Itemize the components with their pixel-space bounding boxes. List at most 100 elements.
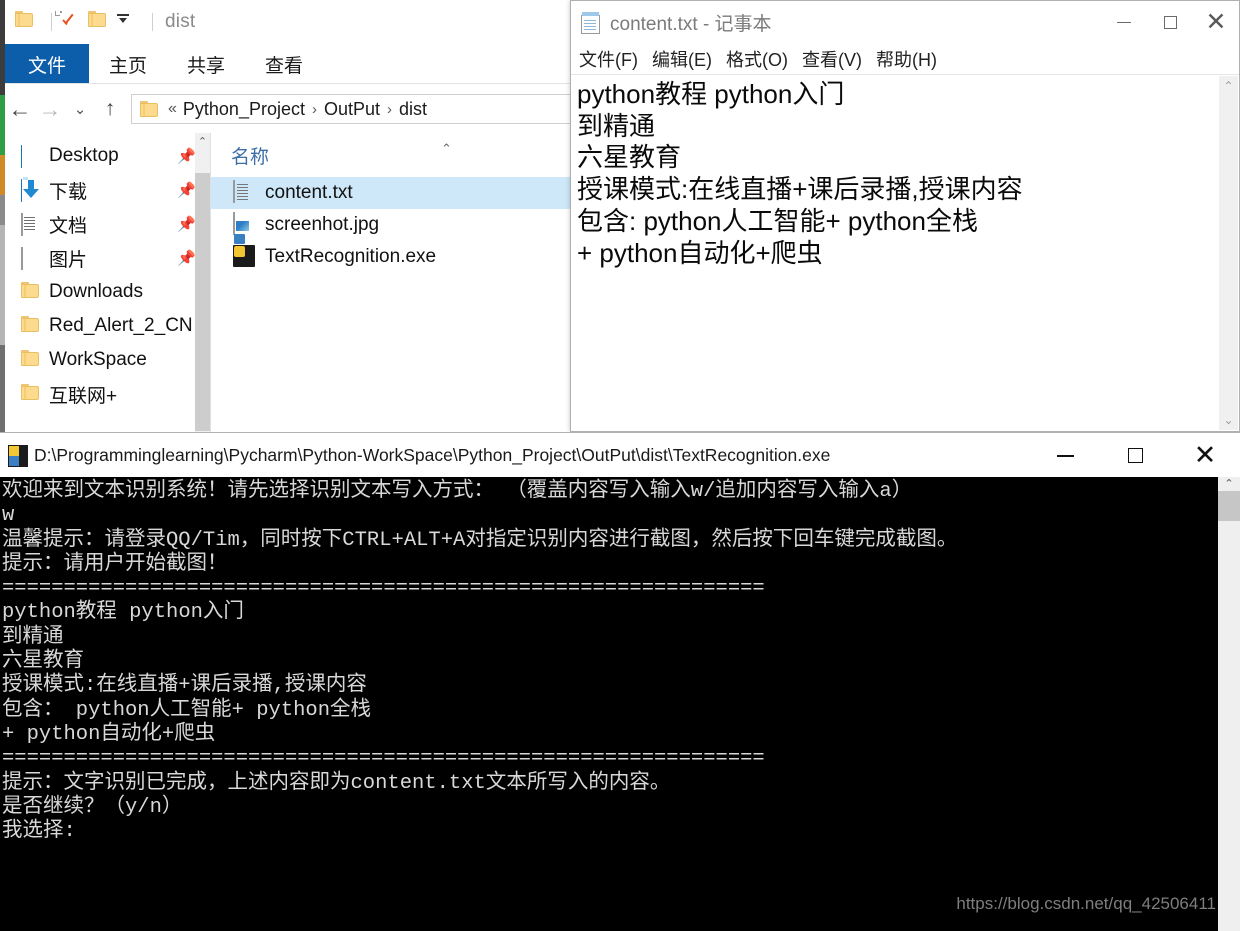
notepad-scrollbar[interactable]: ⌃ ⌄ bbox=[1219, 76, 1238, 430]
folder-icon bbox=[21, 350, 43, 370]
close-icon[interactable]: ✕ bbox=[1193, 1, 1239, 44]
up-button[interactable]: ↑ bbox=[95, 94, 125, 124]
notepad-line: 六星教育 bbox=[577, 142, 682, 173]
file-list-pane: 名称 ⌃ content.txt screenhot.jpg > TextRec… bbox=[210, 133, 580, 432]
breadcrumb-overflow-icon[interactable]: « bbox=[168, 100, 177, 118]
console-scrollbar[interactable]: ⌃ bbox=[1218, 477, 1240, 931]
menu-edit[interactable]: 编辑(E) bbox=[652, 46, 712, 72]
sidebar-item-red-alert-2-cn[interactable]: Red_Alert_2_CN bbox=[5, 309, 210, 343]
sidebar-label: Red_Alert_2_CN bbox=[49, 315, 193, 336]
minimize-icon[interactable] bbox=[1101, 1, 1147, 44]
close-icon[interactable]: ✕ bbox=[1170, 433, 1240, 478]
back-button[interactable]: ← bbox=[5, 94, 35, 124]
file-row-content-txt[interactable]: content.txt bbox=[211, 177, 580, 209]
folder-icon bbox=[21, 282, 43, 302]
console-output-area[interactable]: 欢迎来到文本识别系统！请先选择识别文本写入方式： （覆盖内容写入输入w/追加内容… bbox=[0, 477, 1240, 931]
notepad-window: content.txt - 记事本 ✕ 文件(F) 编辑(E) 格式(O) 查看… bbox=[570, 0, 1240, 432]
pin-icon[interactable]: 📌 bbox=[177, 215, 196, 233]
sidebar-label: 文档 bbox=[49, 215, 88, 237]
tab-file[interactable]: 文件 bbox=[5, 44, 89, 84]
notepad-title-bar[interactable]: content.txt - 记事本 ✕ bbox=[571, 1, 1239, 44]
console-title-bar[interactable]: D:\Programminglearning\Pycharm\Python-Wo… bbox=[0, 432, 1240, 478]
ribbon-divider bbox=[5, 83, 580, 84]
sidebar-item-documents[interactable]: 文档 📌 bbox=[5, 207, 210, 241]
console-line: 授课模式:在线直播+课后录播,授课内容 bbox=[2, 674, 367, 698]
notepad-line: + python自动化+爬虫 bbox=[577, 237, 823, 268]
console-line: 提示：文字识别已完成，上述内容即为content.txt文本所写入的内容。 bbox=[2, 771, 671, 795]
screen-root: dist 文件 主页 共享 查看 ← → ⌄ ↑ « Python_Projec… bbox=[0, 0, 1240, 931]
column-header-name[interactable]: 名称 ⌃ bbox=[211, 133, 580, 177]
pin-icon[interactable]: 📌 bbox=[177, 147, 196, 165]
sidebar-item-downloads[interactable]: Downloads bbox=[5, 275, 210, 309]
menu-view[interactable]: 查看(V) bbox=[802, 46, 862, 72]
scroll-up-arrow-icon[interactable]: ⌃ bbox=[195, 133, 210, 150]
menu-help[interactable]: 帮助(H) bbox=[876, 46, 937, 72]
address-bar: ← → ⌄ ↑ « Python_Project › OutPut › dist bbox=[5, 86, 580, 132]
menu-file[interactable]: 文件(F) bbox=[579, 46, 638, 72]
breadcrumb-separator-2: › bbox=[387, 100, 393, 118]
pin-icon[interactable]: 📌 bbox=[177, 181, 196, 199]
console-line: 到精通 bbox=[2, 625, 64, 649]
sidebar-label: Downloads bbox=[49, 281, 143, 302]
breadcrumb-folder-icon bbox=[140, 100, 160, 118]
sidebar-label: WorkSpace bbox=[49, 349, 147, 370]
breadcrumb-item-output[interactable]: OutPut bbox=[324, 99, 380, 120]
nav-pane-scrollbar[interactable]: ⌃ bbox=[195, 133, 210, 432]
tab-view[interactable]: 查看 bbox=[245, 44, 323, 84]
console-line: 温馨提示：请登录QQ/Tim，同时按下CTRL+ALT+A对指定识别内容进行截图… bbox=[2, 528, 958, 552]
menu-format[interactable]: 格式(O) bbox=[726, 46, 788, 72]
recent-locations-button[interactable]: ⌄ bbox=[65, 94, 95, 124]
console-line: 包含： python人工智能+ python全栈 bbox=[2, 698, 372, 722]
maximize-icon[interactable] bbox=[1100, 433, 1170, 478]
watermark: https://blog.csdn.net/qq_42506411 bbox=[956, 894, 1216, 913]
forward-button[interactable]: → bbox=[35, 94, 65, 124]
console-title: D:\Programminglearning\Pycharm\Python-Wo… bbox=[34, 445, 831, 465]
console-line: python教程 python入门 bbox=[2, 601, 244, 625]
forward-arrow-icon: → bbox=[38, 95, 62, 122]
pin-icon[interactable]: 📌 bbox=[177, 249, 196, 267]
breadcrumb-item-dist[interactable]: dist bbox=[399, 99, 427, 120]
documents-icon bbox=[21, 213, 43, 236]
python-exe-icon bbox=[8, 444, 28, 467]
file-row-textrecognition-exe[interactable]: > TextRecognition.exe bbox=[211, 234, 580, 273]
quick-access-toolbar: dist bbox=[5, 0, 580, 44]
notepad-line: python教程 python入门 bbox=[577, 79, 845, 109]
console-scroll-thumb[interactable] bbox=[1218, 491, 1240, 521]
sidebar-item-desktop[interactable]: Desktop 📌 bbox=[5, 139, 210, 202]
desktop-icon bbox=[21, 145, 43, 202]
breadcrumb-item-python-project[interactable]: Python_Project bbox=[183, 99, 305, 120]
notepad-window-buttons: ✕ bbox=[1101, 1, 1239, 44]
nav-scroll-thumb[interactable] bbox=[195, 173, 210, 431]
sidebar-item-internet-plus[interactable]: 互联网+ bbox=[5, 377, 210, 411]
console-line: 我选择: bbox=[2, 820, 76, 844]
sidebar-label: Desktop bbox=[49, 145, 119, 166]
tab-share[interactable]: 共享 bbox=[167, 44, 245, 84]
folder-icon bbox=[21, 384, 43, 404]
properties-icon[interactable] bbox=[55, 11, 82, 33]
breadcrumb[interactable]: « Python_Project › OutPut › dist bbox=[131, 94, 572, 124]
scroll-down-arrow-icon[interactable]: ⌄ bbox=[1219, 410, 1238, 430]
notepad-text-area[interactable]: python教程 python入门 到精通 六星教育 授课模式:在线直播+课后录… bbox=[572, 76, 1219, 430]
console-line: 提示：请用户开始截图！ bbox=[2, 552, 228, 576]
file-row-screenhot-jpg[interactable]: screenhot.jpg bbox=[211, 209, 580, 241]
notepad-line: 授课模式:在线直播+课后录播,授课内容 bbox=[577, 174, 1023, 205]
console-line: 是否继续？（y/n） bbox=[2, 795, 183, 819]
scroll-up-arrow-icon[interactable]: ⌃ bbox=[1219, 76, 1238, 96]
ribbon-tab-bar: 文件 主页 共享 查看 bbox=[5, 44, 580, 84]
folder-icon[interactable] bbox=[15, 11, 37, 33]
sidebar-item-pictures[interactable]: 图片 📌 bbox=[5, 241, 210, 275]
maximize-icon[interactable] bbox=[1147, 1, 1193, 44]
new-folder-icon[interactable] bbox=[88, 11, 110, 33]
explorer-window-title: dist bbox=[165, 11, 196, 32]
tab-home[interactable]: 主页 bbox=[89, 44, 167, 84]
console-line: ========================================… bbox=[2, 747, 765, 771]
minimize-icon[interactable] bbox=[1030, 433, 1100, 478]
toolbar-divider-1 bbox=[51, 13, 52, 31]
file-name: TextRecognition.exe bbox=[265, 246, 437, 267]
sidebar-item-workspace[interactable]: WorkSpace bbox=[5, 343, 210, 377]
customize-chevron-icon[interactable] bbox=[116, 11, 138, 33]
sidebar-item-downloads-cn[interactable]: 下载 📌 bbox=[5, 173, 210, 207]
console-window-buttons: ✕ bbox=[1030, 433, 1240, 478]
notepad-line: 包含: python人工智能+ python全栈 bbox=[577, 205, 978, 236]
sidebar-label: 图片 bbox=[49, 249, 88, 271]
